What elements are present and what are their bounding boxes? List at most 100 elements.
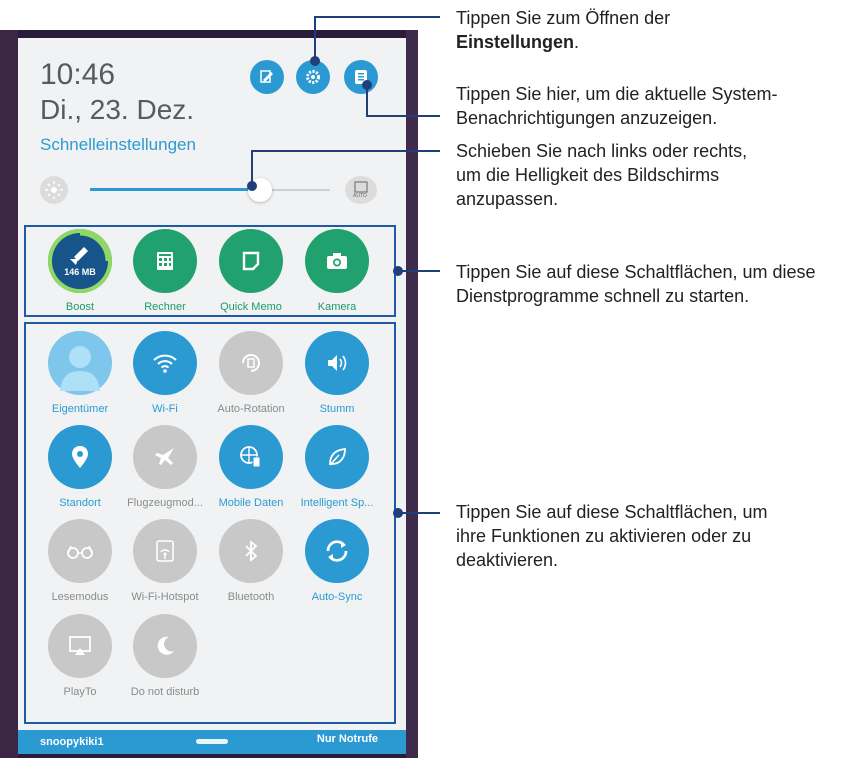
toggle-label: Auto-Rotation [217,403,285,415]
callout-notifications-line1: Tippen Sie hier, um die aktuelle System- [456,84,778,104]
leaf-icon [305,425,369,489]
toggle-auto-sync[interactable]: Auto-Sync [297,519,377,603]
callout-dot-shortcuts [393,266,403,276]
brightness-sun-icon [40,176,68,204]
callout-brightness: Schieben Sie nach links oder rechts, um … [456,139,747,211]
toggle-standort[interactable]: Standort [40,425,120,509]
shortcut-label: Quick Memo [220,301,282,313]
callout-dot-brightness [247,181,257,191]
toggle-label: Wi-Fi [152,403,178,415]
shortcut-boost[interactable]: 146 MB Boost [40,229,120,313]
toggle-label: Auto-Sync [311,591,363,603]
callout-settings-bold: Einstellungen [456,32,575,52]
callout-shortcuts-line2: Dienstprogramme schnell zu starten. [456,286,750,306]
clock-date: Di., 23. Dez. [40,94,195,125]
toggle-label: Wi-Fi-Hotspot [131,591,199,603]
auto-brightness-label: AUTO [353,193,367,199]
broom-icon: 146 MB [48,229,112,293]
callout-notifications-line2: Benachrichtigungen anzuzeigen. [456,108,718,128]
location-pin-icon [48,425,112,489]
callout-toggles-line2: ihre Funktionen zu aktivieren oder zu [456,526,752,546]
edit-icon[interactable] [250,60,284,94]
airplane-icon [133,425,197,489]
toggle-label: Flugzeugmod... [127,497,203,509]
callout-line-brightness-horizontal [251,150,440,152]
callout-settings-line1: Tippen Sie zum Öffnen der [456,8,671,28]
callout-dot-settings [310,56,320,66]
callout-brightness-line1: Schieben Sie nach links oder rechts, [456,141,748,161]
toggle-label: Eigentümer [51,403,109,415]
toggle-intelligent-sparen[interactable]: Intelligent Sp... [297,425,377,509]
shortcut-quick-memo[interactable]: Quick Memo [211,229,291,313]
user-name: snoopykiki1 [40,736,104,748]
callout-line-settings-horizontal [314,16,440,18]
callout-notifications: Tippen Sie hier, um die aktuelle System-… [456,82,778,130]
clock-time: 10:46 [40,58,116,91]
toggle-eigentuemer[interactable]: Eigentümer [40,331,120,415]
moon-icon [133,614,197,678]
toggle-label: Lesemodus [51,591,109,603]
calculator-icon [133,229,197,293]
hotspot-icon [133,519,197,583]
toggle-wifi-hotspot[interactable]: Wi-Fi-Hotspot [125,519,205,603]
callout-toggles: Tippen Sie auf diese Schaltflächen, um i… [456,500,768,572]
callout-toggles-line1: Tippen Sie auf diese Schaltflächen, um [456,502,768,522]
toggle-mobile-daten[interactable]: Mobile Daten [211,425,291,509]
callout-shortcuts-line1: Tippen Sie auf diese Schaltflächen, um d… [456,262,816,282]
callout-line-notifications-horizontal [366,115,440,117]
toggle-auto-rotation[interactable]: Auto-Rotation [211,331,291,415]
toggle-stumm[interactable]: Stumm [297,331,377,415]
callout-shortcuts: Tippen Sie auf diese Schaltflächen, um d… [456,260,816,308]
brightness-slider[interactable]: AUTO [40,176,380,204]
toggle-lesemodus[interactable]: Lesemodus [40,519,120,603]
rotation-icon [219,331,283,395]
brightness-track-empty [262,189,330,191]
sync-icon [305,519,369,583]
shortcut-label: Rechner [144,301,186,313]
camera-icon [305,229,369,293]
globe-icon [219,425,283,489]
callout-settings: Tippen Sie zum Öffnen der Einstellungen. [456,6,670,54]
toggle-label: Intelligent Sp... [300,497,374,509]
callout-brightness-line2: um die Helligkeit des Bildschirms [456,165,720,185]
bluetooth-icon [219,519,283,583]
notification-list-icon[interactable] [344,60,378,94]
shortcut-kamera[interactable]: Kamera [297,229,377,313]
bottom-bar: snoopykiki1 Nur Notrufe [18,730,406,754]
wifi-icon [133,331,197,395]
shortcut-label: Kamera [317,301,357,313]
callout-toggles-line3: deaktivieren. [456,550,559,570]
user-icon [48,331,112,395]
wallpaper-strip-left [0,30,18,758]
toggle-bluetooth[interactable]: Bluetooth [211,519,291,603]
toggle-label: Mobile Daten [218,497,284,509]
shortcut-label: Boost [65,301,95,313]
toggle-do-not-disturb[interactable]: Do not disturb [125,614,205,698]
toggle-label: Bluetooth [227,591,275,603]
panel-drag-handle[interactable] [196,739,228,744]
toggle-flugzeugmodus[interactable]: Flugzeugmod... [125,425,205,509]
callout-settings-line2: Einstellungen. [456,30,670,54]
boost-memory-value: 146 MB [64,267,96,277]
callout-line-toggles [398,512,440,514]
cast-icon [48,614,112,678]
brightness-track-filled [90,188,262,191]
toggle-label: Stumm [319,403,355,415]
toggle-wifi[interactable]: Wi-Fi [125,331,205,415]
shortcut-rechner[interactable]: Rechner [125,229,205,313]
toggle-playto[interactable]: PlayTo [40,614,120,698]
callout-line-shortcuts [398,270,440,272]
memo-icon [219,229,283,293]
speaker-icon [305,331,369,395]
toggle-label: PlayTo [63,686,97,698]
toggle-label: Standort [59,497,101,509]
callout-brightness-line3: anzupassen. [456,189,559,209]
quick-settings-title: Schnelleinstellungen [40,135,196,154]
wallpaper-strip-right [406,30,418,758]
emergency-calls-only: Nur Notrufe [316,733,378,745]
callout-dot-notifications [362,80,372,90]
callout-settings-end: . [574,32,580,52]
glasses-icon [48,519,112,583]
auto-brightness-icon[interactable] [345,176,377,204]
toggle-label: Do not disturb [130,686,200,698]
